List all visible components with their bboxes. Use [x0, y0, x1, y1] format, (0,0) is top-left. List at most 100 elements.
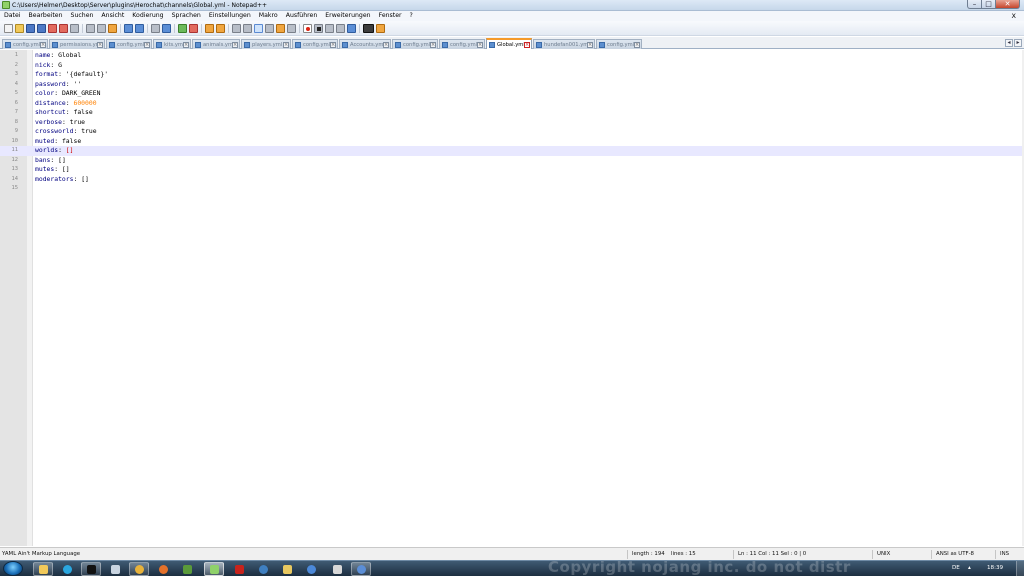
tab-animals-yml[interactable]: animals.yml ×: [192, 39, 240, 49]
menu-fenster[interactable]: Fenster: [375, 11, 406, 21]
taskbar-chrome[interactable]: [129, 562, 149, 576]
replace-icon[interactable]: [162, 24, 171, 33]
find-icon[interactable]: [151, 24, 160, 33]
show-desktop-button[interactable]: [1016, 561, 1024, 576]
close-file-icon[interactable]: [48, 24, 57, 33]
menu-bearbeiten[interactable]: Bearbeiten: [25, 11, 67, 21]
close-all-icon[interactable]: [59, 24, 68, 33]
code-line[interactable]: 1 name: Global: [0, 51, 1022, 61]
menu-suchen[interactable]: Suchen: [67, 11, 98, 21]
code-line[interactable]: 7 shortcut: false: [0, 108, 1022, 118]
close-tab-icon[interactable]: ×: [477, 41, 483, 48]
menu-einstellungen[interactable]: Einstellungen: [205, 11, 255, 21]
code-line[interactable]: 13 mutes: []: [0, 165, 1022, 175]
menu-sprachen[interactable]: Sprachen: [168, 11, 205, 21]
tab-config-yml[interactable]: config.yml ×: [596, 39, 642, 49]
taskbar-cmd[interactable]: [81, 562, 101, 576]
code-line[interactable]: 8 verbose: true: [0, 118, 1022, 128]
taskbar-app[interactable]: [351, 562, 371, 576]
open-file-icon[interactable]: [15, 24, 24, 33]
sync-horizontal-icon[interactable]: [216, 24, 225, 33]
stop-macro-icon[interactable]: [314, 24, 323, 33]
code-line[interactable]: 2 nick: G: [0, 61, 1022, 71]
close-tab-icon[interactable]: ×: [40, 41, 46, 48]
sync-vertical-icon[interactable]: [205, 24, 214, 33]
taskbar-teamspeak[interactable]: [253, 562, 273, 576]
current-code-line[interactable]: 11 worlds: []: [0, 146, 1022, 156]
menu-kodierung[interactable]: Kodierung: [128, 11, 167, 21]
tray-expand-icon[interactable]: ▴: [968, 561, 971, 576]
close-tab-icon[interactable]: ×: [524, 41, 530, 48]
tab-config-yml[interactable]: config.yml ×: [439, 39, 485, 49]
zoom-out-icon[interactable]: [189, 24, 198, 33]
plugin-icon[interactable]: [376, 24, 385, 33]
minimize-button[interactable]: –: [967, 0, 982, 9]
print-icon[interactable]: [70, 24, 79, 33]
play-macro-icon[interactable]: [325, 24, 334, 33]
user-language-icon[interactable]: [265, 24, 274, 33]
record-macro-icon[interactable]: [303, 24, 312, 33]
function-list-icon[interactable]: [287, 24, 296, 33]
taskbar-notepadpp[interactable]: [204, 562, 224, 576]
taskbar-acrobat[interactable]: [229, 562, 249, 576]
taskbar-minecraft[interactable]: [177, 562, 197, 576]
code-line[interactable]: 9 crossworld: true: [0, 127, 1022, 137]
indent-guide-icon[interactable]: [254, 24, 263, 33]
code-line[interactable]: 15: [0, 184, 1022, 194]
paste-icon[interactable]: [108, 24, 117, 33]
code-line[interactable]: 12 bans: []: [0, 156, 1022, 166]
tab-kits-yml[interactable]: kits.yml ×: [153, 39, 191, 49]
tab-scroll-left-button[interactable]: ◂: [1005, 39, 1013, 47]
close-tab-icon[interactable]: ×: [634, 41, 640, 48]
code-line[interactable]: 14 moderators: []: [0, 175, 1022, 185]
taskbar-firefox[interactable]: [153, 562, 173, 576]
tab-config-yml[interactable]: config.yml ×: [392, 39, 438, 49]
cut-icon[interactable]: [86, 24, 95, 33]
code-line[interactable]: 10 muted: false: [0, 137, 1022, 147]
save-all-icon[interactable]: [37, 24, 46, 33]
undo-icon[interactable]: [124, 24, 133, 33]
taskbar-app[interactable]: [301, 562, 321, 576]
taskbar-app[interactable]: [105, 562, 125, 576]
tab-permissions-yml[interactable]: permissions.yml ×: [49, 39, 105, 49]
close-tab-icon[interactable]: ×: [383, 41, 389, 48]
taskbar-app[interactable]: [327, 562, 347, 576]
menu-makro[interactable]: Makro: [255, 11, 282, 21]
start-button[interactable]: [3, 561, 23, 576]
close-document-button[interactable]: X: [1008, 11, 1020, 21]
show-all-chars-icon[interactable]: [243, 24, 252, 33]
run-macro-multiple-icon[interactable]: [336, 24, 345, 33]
tab-config-yml[interactable]: config.yml ×: [292, 39, 338, 49]
doc-map-icon[interactable]: [276, 24, 285, 33]
tab-players-yml[interactable]: players.yml ×: [241, 39, 291, 49]
close-window-button[interactable]: ✕: [996, 0, 1020, 9]
code-line[interactable]: 5 color: DARK_GREEN: [0, 89, 1022, 99]
zoom-in-icon[interactable]: [178, 24, 187, 33]
input-language-indicator[interactable]: DE: [952, 561, 960, 576]
word-wrap-icon[interactable]: [232, 24, 241, 33]
tab-scroll-right-button[interactable]: ▸: [1014, 39, 1022, 47]
code-line[interactable]: 3 format: '{default}': [0, 70, 1022, 80]
redo-icon[interactable]: [135, 24, 144, 33]
close-tab-icon[interactable]: ×: [97, 41, 103, 48]
taskbar-skype[interactable]: [57, 562, 77, 576]
tab-config-yml[interactable]: config.yml ×: [106, 39, 152, 49]
tab-accounts-yml[interactable]: Accounts.yml ×: [339, 39, 391, 49]
close-tab-icon[interactable]: ×: [430, 41, 436, 48]
tab-global-yml[interactable]: Global.yml ×: [486, 38, 532, 49]
code-line[interactable]: 6 distance: 600000: [0, 99, 1022, 109]
menu-ansicht[interactable]: Ansicht: [97, 11, 128, 21]
close-tab-icon[interactable]: ×: [232, 41, 238, 48]
taskbar-notes[interactable]: [277, 562, 297, 576]
close-tab-icon[interactable]: ×: [283, 41, 289, 48]
save-icon[interactable]: [26, 24, 35, 33]
close-tab-icon[interactable]: ×: [587, 41, 593, 48]
code-line[interactable]: 4 password: '': [0, 80, 1022, 90]
tab-hundefan001-yml[interactable]: hundefan001.yml ×: [533, 39, 595, 49]
maximize-button[interactable]: □: [982, 0, 996, 9]
close-tab-icon[interactable]: ×: [183, 41, 189, 48]
menu-ausfuehren[interactable]: Ausführen: [282, 11, 322, 21]
taskbar-explorer[interactable]: [33, 562, 53, 576]
save-macro-icon[interactable]: [347, 24, 356, 33]
editor-pane[interactable]: 1 name: Global 2 nick: G 3 format: '{def…: [0, 50, 1024, 546]
